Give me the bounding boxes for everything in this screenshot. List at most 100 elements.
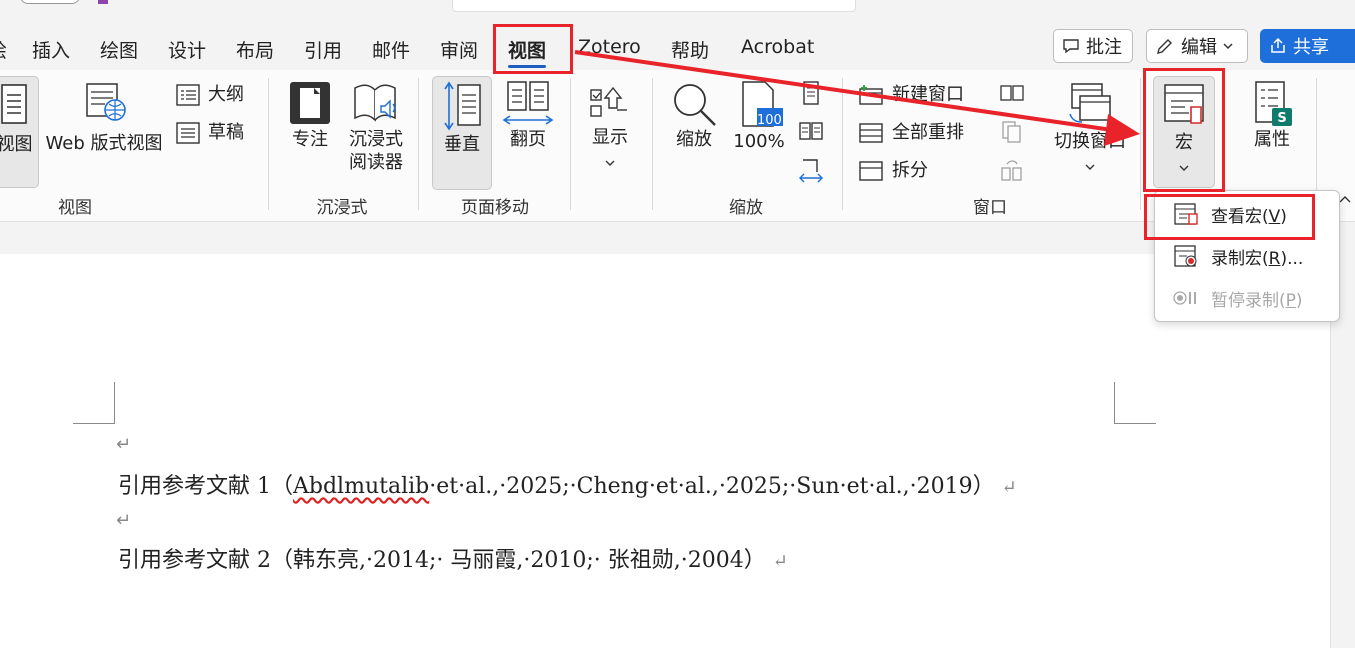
group-separator — [652, 78, 653, 210]
app-color-swatch — [98, 0, 108, 4]
tab-acrobat[interactable]: Acrobat — [741, 36, 814, 58]
zoom-button[interactable]: 缩放 — [668, 80, 720, 186]
collapse-ribbon-icon[interactable] — [1338, 194, 1352, 206]
sync-scroll-icon — [1002, 121, 1021, 143]
share-button[interactable]: 共享 — [1260, 29, 1355, 63]
tab-design[interactable]: 设计 — [168, 36, 206, 63]
group-separator — [268, 78, 269, 210]
annotation-box-view-macros — [1144, 194, 1315, 240]
arrange-all-button[interactable]: 全部重排 — [858, 120, 978, 146]
share-icon — [1271, 37, 1285, 53]
print-layout-label: 视图 — [0, 134, 33, 155]
record-macro-item[interactable]: 录制宏(R)... — [1155, 237, 1339, 275]
comments-button[interactable]: 批注 — [1053, 29, 1133, 63]
focus-label: 专注 — [292, 129, 328, 150]
tab-draw-partial[interactable]: 绘 — [0, 36, 7, 63]
new-window-button[interactable]: 新建窗口 — [858, 82, 978, 108]
annotation-box-view-tab — [493, 24, 573, 74]
show-icon — [590, 86, 627, 117]
multiple-pages-icon — [799, 122, 823, 140]
multiple-pages-button[interactable] — [798, 120, 824, 146]
hundred-percent-button[interactable]: 100 100% — [730, 80, 788, 166]
magnifier-icon — [674, 84, 716, 126]
one-page-icon — [803, 81, 819, 105]
group-separator — [842, 78, 843, 210]
annotation-box-macros — [1143, 68, 1225, 192]
tab-drawing[interactable]: 绘图 — [100, 36, 138, 63]
title-search-box[interactable] — [452, 0, 856, 12]
margin-corner-right — [1114, 382, 1156, 424]
pencil-icon — [1157, 39, 1172, 54]
split-label: 拆分 — [892, 160, 928, 181]
comment-icon — [1063, 39, 1079, 54]
print-layout-button[interactable]: 视图 — [0, 76, 39, 188]
arrange-all-icon — [859, 123, 883, 143]
share-label: 共享 — [1293, 37, 1329, 58]
pause-recording-icon — [1173, 291, 1196, 305]
tab-references[interactable]: 引用 — [304, 36, 342, 63]
citation-line-1[interactable]: 引用参考文献 1（Abdlmutalib·et·al.,·2025;·Cheng… — [118, 468, 1017, 500]
chevron-down-icon — [605, 160, 615, 166]
web-layout-button[interactable]: Web 版式视图 — [44, 80, 164, 184]
citation-1-rest: ·et·al.,·2025;·Cheng·et·al.,·2025;·Sun·e… — [429, 474, 995, 499]
page-movement-group-label: 页面移动 — [461, 198, 529, 218]
page-width-button[interactable] — [798, 158, 824, 184]
tab-review[interactable]: 审阅 — [440, 36, 478, 63]
vertical-label: 垂直 — [444, 134, 480, 155]
side-to-side-button[interactable]: 翻页 — [500, 78, 556, 188]
draft-button[interactable]: 草稿 — [176, 120, 256, 146]
new-window-icon — [859, 85, 883, 105]
window-group-label: 窗口 — [973, 198, 1007, 218]
ribbon-tab-bar: 绘 插入 绘图 设计 布局 引用 邮件 审阅 视图 Zotero 帮助 Acro… — [0, 22, 1355, 72]
show-button[interactable]: 显示 — [582, 80, 638, 176]
spelling-error-word[interactable]: Abdlmutalib — [293, 474, 429, 499]
chevron-down-icon — [1085, 164, 1095, 170]
tab-zotero[interactable]: Zotero — [578, 36, 641, 58]
outline-icon — [176, 84, 200, 106]
zoom-label: 缩放 — [676, 129, 712, 150]
focus-button[interactable]: 专注 — [284, 80, 336, 186]
editing-label: 编辑 — [1181, 37, 1217, 58]
web-layout-label: Web 版式视图 — [45, 133, 163, 154]
title-bar-pill[interactable] — [20, 0, 80, 4]
citation-1-prefix: 引用参考文献 1（ — [118, 474, 293, 499]
title-bar — [0, 0, 1355, 14]
immersive-reader-icon — [354, 84, 396, 122]
svg-text:S: S — [1277, 111, 1286, 126]
split-icon — [859, 161, 883, 181]
tab-mailings[interactable]: 邮件 — [372, 36, 410, 63]
group-separator — [570, 78, 571, 210]
switch-windows-button[interactable]: 切换窗口 — [1048, 80, 1132, 180]
tab-help[interactable]: 帮助 — [671, 36, 709, 63]
tab-insert[interactable]: 插入 — [32, 36, 70, 63]
document-page[interactable]: ↵ 引用参考文献 1（Abdlmutalib·et·al.,·2025;·Che… — [0, 254, 1330, 648]
tab-layout[interactable]: 布局 — [236, 36, 274, 63]
properties-icon: S — [1255, 81, 1292, 126]
immersive-reader-button[interactable]: 沉浸式阅读器 — [346, 80, 406, 186]
side-by-side-icon — [1000, 85, 1024, 101]
vertical-button[interactable]: 垂直 — [432, 76, 492, 190]
outline-button[interactable]: 大纲 — [176, 82, 256, 108]
pause-recording-label: 暂停录制(P) — [1211, 290, 1303, 311]
draft-icon — [176, 122, 200, 144]
split-button[interactable]: 拆分 — [858, 158, 978, 184]
new-window-label: 新建窗口 — [892, 84, 964, 105]
record-macro-icon — [1174, 245, 1197, 267]
show-label: 显示 — [592, 127, 628, 148]
synchronous-scrolling-button[interactable] — [998, 120, 1026, 146]
properties-button[interactable]: S 属性 — [1246, 80, 1298, 186]
record-macro-label: 录制宏(R)... — [1211, 248, 1304, 269]
view-side-by-side-button[interactable] — [998, 82, 1026, 108]
group-separator — [1140, 78, 1141, 210]
outline-label: 大纲 — [208, 84, 244, 105]
hundred-badge: 100 — [757, 113, 782, 128]
reset-window-position-button[interactable] — [998, 158, 1026, 184]
paragraph-mark: ↵ — [116, 510, 132, 531]
vertical-scroll-icon — [444, 81, 481, 131]
editing-button[interactable]: 编辑 — [1146, 29, 1248, 63]
one-page-button[interactable] — [798, 80, 824, 106]
margin-corner-left — [73, 382, 115, 424]
citation-line-2[interactable]: 引用参考文献 2（韩东亮,·2014;· 马丽霞,·2010;· 张祖勋,·20… — [118, 542, 788, 574]
web-layout-icon — [86, 83, 126, 121]
pause-recording-item[interactable]: 暂停录制(P) — [1155, 279, 1339, 317]
